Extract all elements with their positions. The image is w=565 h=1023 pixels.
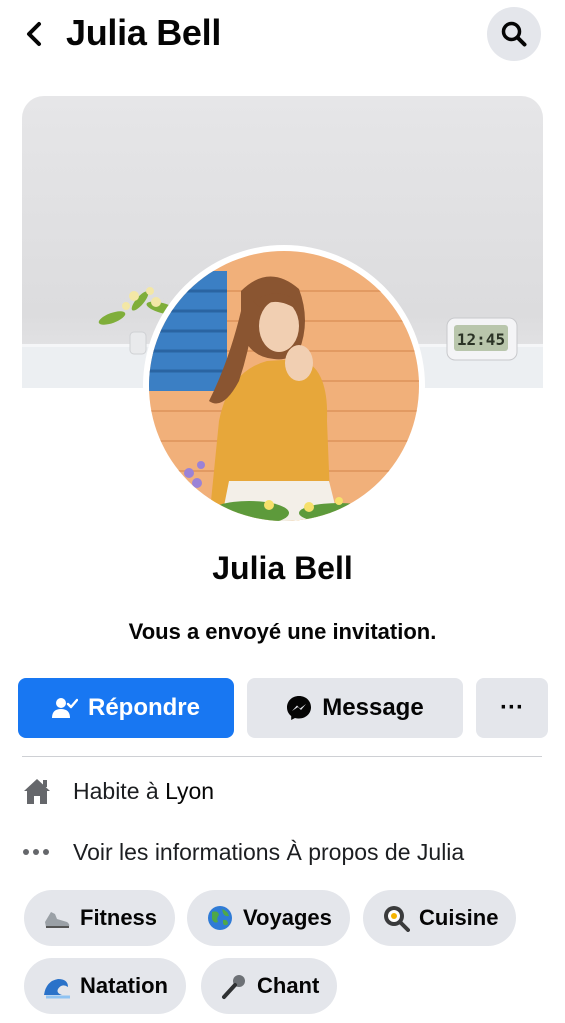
frying-pan-icon [381, 903, 411, 933]
message-label: Message [322, 694, 424, 721]
clock-text: 12:45 [457, 330, 505, 349]
profile-name: Julia Bell [212, 550, 353, 586]
microphone-icon [219, 971, 249, 1001]
search-icon [501, 21, 527, 47]
interest-chip-voyages[interactable]: Voyages [187, 890, 350, 946]
invitation-status: Vous a envoyé une invitation. [128, 619, 437, 644]
message-button[interactable]: Message [247, 678, 463, 738]
divider [22, 756, 542, 757]
lives-in-prefix: Habite à [73, 777, 159, 804]
dots-icon [22, 848, 56, 856]
avatar[interactable] [143, 245, 425, 527]
search-button[interactable] [487, 7, 541, 61]
about-link[interactable]: Voir les informations À propos de Julia [22, 832, 464, 872]
chevron-left-icon [27, 22, 41, 46]
wave-icon [42, 971, 72, 1001]
page-title: Julia Bell [66, 12, 222, 53]
lives-in-city[interactable]: Lyon [165, 778, 214, 805]
person-check-icon [51, 698, 78, 718]
interest-chip-cuisine[interactable]: Cuisine [363, 890, 517, 946]
sneaker-icon [42, 903, 72, 933]
top-bar: Julia Bell [0, 0, 565, 72]
interest-chip-natation[interactable]: Natation [24, 958, 186, 1014]
home-icon [22, 777, 56, 805]
more-options-button[interactable]: ··· [476, 678, 548, 738]
interest-chip-fitness[interactable]: Fitness [24, 890, 176, 946]
messenger-icon [287, 696, 312, 720]
more-icon: ··· [500, 694, 524, 721]
interest-chip-chant[interactable]: Chant [201, 958, 338, 1014]
globe-icon [205, 903, 235, 933]
info-lives-in: Habite à Lyon [22, 771, 214, 811]
respond-button[interactable]: Répondre [18, 678, 234, 738]
respond-label: Répondre [87, 694, 200, 721]
back-button[interactable] [16, 14, 52, 54]
about-label: Voir les informations À propos de Julia [73, 838, 465, 865]
